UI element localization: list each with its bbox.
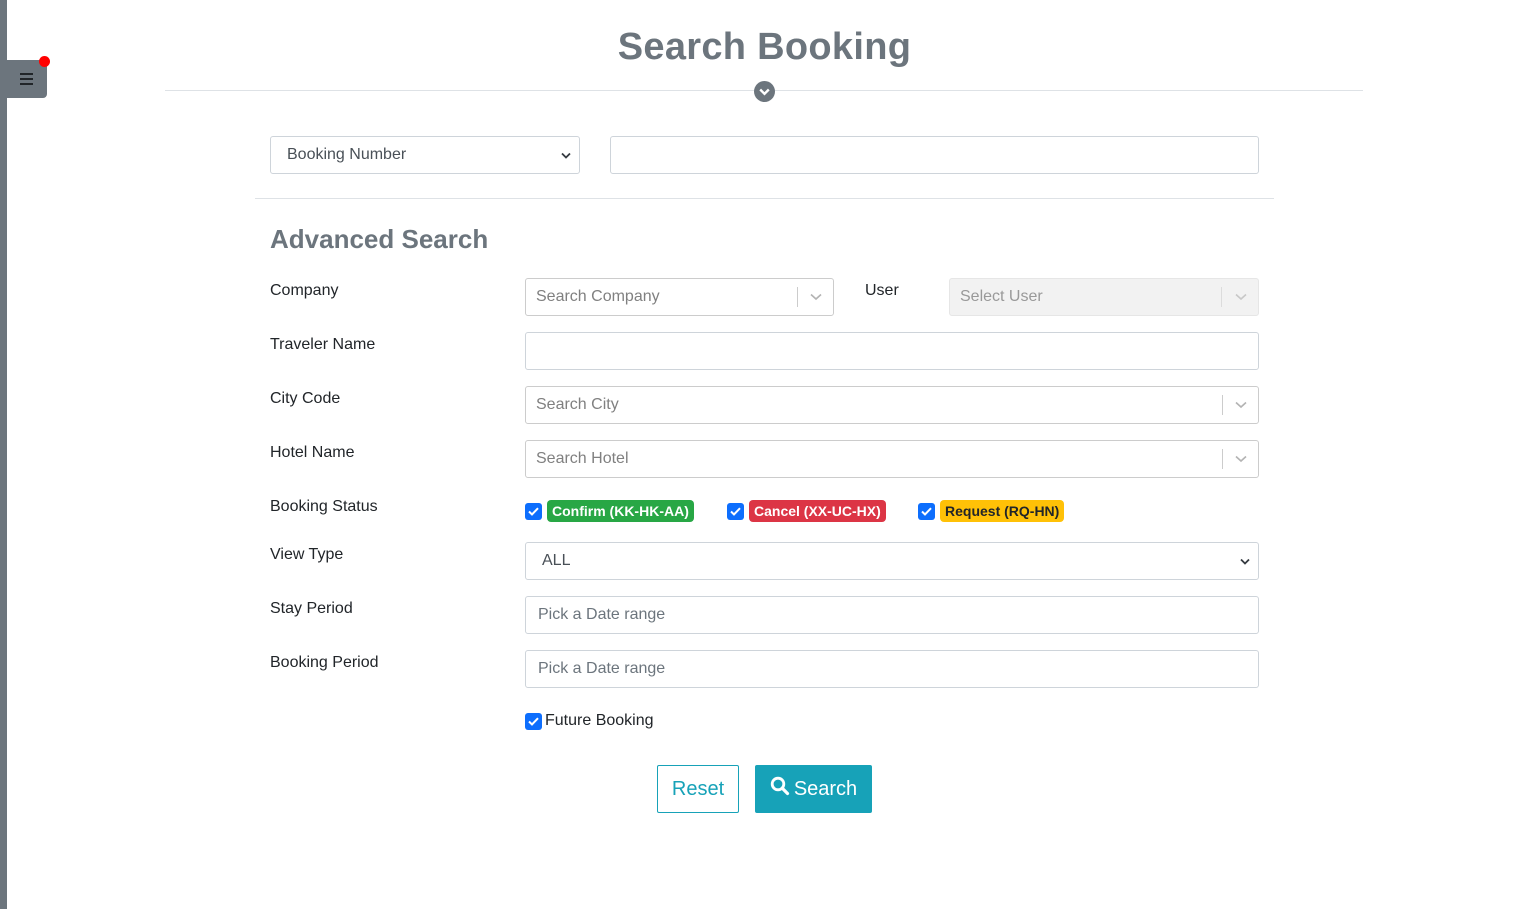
combo-separator (1222, 395, 1223, 415)
search-type-select[interactable]: Booking Number (270, 136, 580, 174)
city-select[interactable]: Search City (525, 386, 1259, 424)
stay-period-placeholder: Pick a Date range (538, 606, 666, 623)
view-type-label: View Type (270, 546, 344, 563)
company-label: Company (270, 282, 339, 299)
chevron-down-icon (561, 146, 571, 164)
stay-period-label: Stay Period (270, 600, 353, 617)
page-title: Search Booking (617, 26, 912, 68)
user-placeholder: Select User (960, 288, 1043, 305)
search-button-label: Search (793, 777, 858, 800)
booking-period-input[interactable]: Pick a Date range (525, 650, 1259, 688)
status-cancel-badge: Cancel (XX-UC-HX) (749, 500, 886, 522)
traveler-name-label: Traveler Name (270, 336, 376, 353)
chevron-down-icon (1235, 288, 1247, 306)
user-label: User (865, 282, 899, 299)
status-confirm: Confirm (KK-HK-AA) (525, 500, 694, 522)
combo-separator (1221, 287, 1222, 307)
company-select[interactable]: Search Company (525, 278, 834, 316)
advanced-search-heading: Advanced Search (270, 224, 489, 254)
status-request-badge: Request (RQ-HN) (940, 500, 1065, 522)
view-type-select[interactable]: ALL (525, 542, 1259, 580)
view-type-value: ALL (542, 552, 571, 569)
status-request: Request (RQ-HN) (918, 500, 1065, 522)
combo-separator (797, 287, 798, 307)
future-booking-checkbox[interactable] (525, 712, 542, 730)
hotel-placeholder: Search Hotel (536, 450, 629, 467)
status-confirm-badge: Confirm (KK-HK-AA) (547, 500, 694, 522)
future-booking-label: Future Booking (545, 712, 654, 729)
status-confirm-checkbox[interactable] (525, 502, 542, 520)
search-type-value: Booking Number (287, 146, 407, 163)
chevron-down-icon (810, 288, 822, 306)
chevron-down-icon (1240, 552, 1250, 570)
combo-separator (1222, 449, 1223, 469)
chevron-down-icon (1235, 396, 1247, 414)
booking-period-label: Booking Period (270, 654, 379, 671)
booking-status-label: Booking Status (270, 498, 378, 515)
chevron-down-icon (1235, 450, 1247, 468)
search-button[interactable]: Search (755, 765, 872, 813)
stay-period-input[interactable]: Pick a Date range (525, 596, 1259, 634)
reset-button[interactable]: Reset (657, 765, 739, 813)
left-edge-strip (0, 0, 7, 909)
city-placeholder: Search City (536, 396, 619, 413)
reset-button-label: Reset (671, 777, 725, 800)
company-placeholder: Search Company (536, 288, 660, 305)
traveler-name-input[interactable] (525, 332, 1259, 370)
hotel-name-label: Hotel Name (270, 444, 355, 461)
hamburger-icon (20, 73, 33, 85)
future-booking-option: Future Booking (525, 712, 654, 730)
city-code-label: City Code (270, 390, 341, 407)
collapse-chevron-icon[interactable] (754, 81, 775, 102)
user-select: Select User (949, 278, 1259, 316)
section-divider (255, 198, 1274, 199)
hotel-select[interactable]: Search Hotel (525, 440, 1259, 478)
booking-number-input[interactable] (610, 136, 1259, 174)
status-cancel: Cancel (XX-UC-HX) (727, 500, 886, 522)
status-request-checkbox[interactable] (918, 502, 935, 520)
status-cancel-checkbox[interactable] (727, 502, 744, 520)
booking-period-placeholder: Pick a Date range (538, 660, 666, 677)
search-icon (770, 776, 790, 802)
